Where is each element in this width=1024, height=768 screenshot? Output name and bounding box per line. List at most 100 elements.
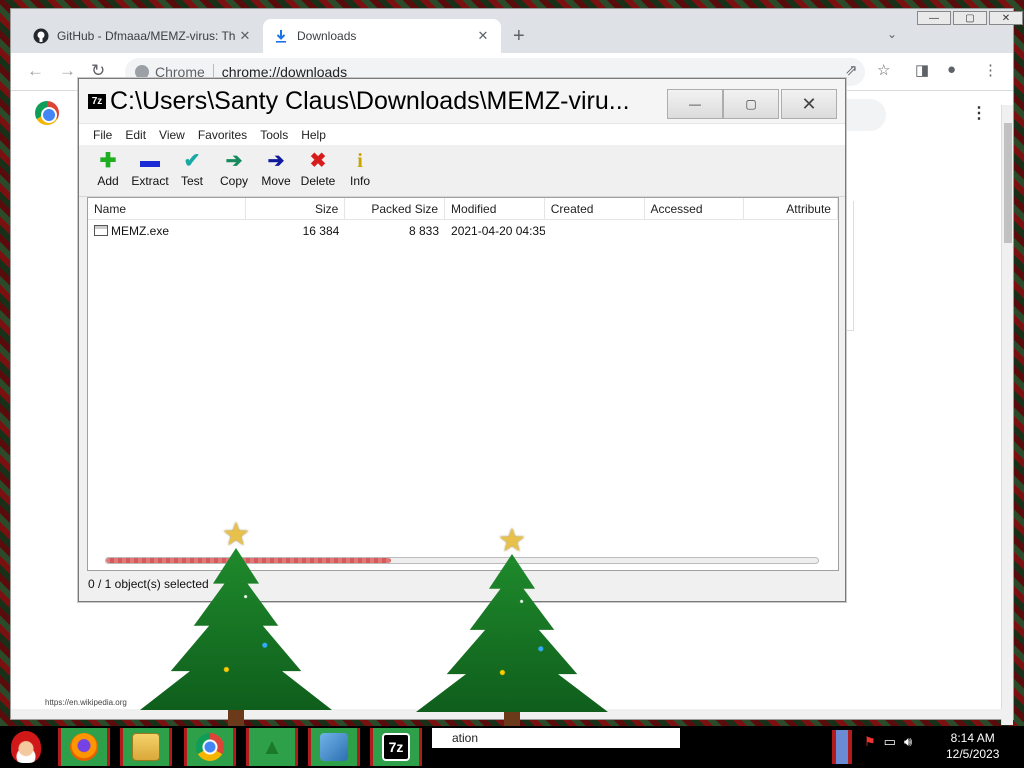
column-size[interactable]: Size — [246, 198, 346, 220]
info-icon: i — [357, 150, 363, 172]
move-label: Move — [261, 174, 291, 188]
minimize-button[interactable]: — — [667, 89, 723, 119]
add-icon: ✚ — [99, 150, 117, 172]
download-item-card — [846, 201, 854, 331]
close-button[interactable]: ✕ — [989, 11, 1023, 25]
info-button[interactable]: i Info — [339, 145, 381, 196]
column-created[interactable]: Created — [545, 198, 645, 220]
chrome-icon — [196, 733, 224, 761]
chevron-down-icon[interactable]: ⌄ — [887, 27, 897, 41]
row-name-cell: MEMZ.exe — [88, 224, 246, 238]
copy-label: Copy — [219, 174, 248, 188]
test-icon: ✔ — [183, 150, 201, 172]
christmas-tree-icon: ★ — [140, 518, 332, 726]
clock-time: 8:14 AM — [950, 731, 995, 745]
table-row[interactable]: MEMZ.exe 16 384 8 833 2021-04-20 04:35 — [88, 220, 838, 242]
7zip-icon: 7z — [88, 93, 106, 109]
vertical-scrollbar[interactable] — [1001, 105, 1013, 725]
side-panel-icon[interactable]: ◨ — [915, 61, 929, 79]
control-panel-icon — [320, 733, 348, 761]
copy-button[interactable]: ➔ Copy — [213, 145, 255, 196]
downloads-menu-icon[interactable]: ⋮ — [971, 103, 987, 123]
tab-github[interactable]: GitHub - Dfmaaa/MEMZ-virus: Th ✕ — [23, 19, 263, 53]
window-title: C:\Users\Santy Claus\Downloads\MEMZ-viru… — [110, 86, 630, 115]
network-icon[interactable]: ▭ — [884, 734, 896, 750]
add-label: Add — [97, 174, 119, 188]
menu-file[interactable]: File — [93, 128, 112, 142]
back-icon[interactable]: ← — [27, 61, 44, 81]
minimize-button[interactable]: — — [917, 11, 951, 25]
column-attribute[interactable]: Attribute — [744, 198, 838, 220]
tab-title: GitHub - Dfmaaa/MEMZ-virus: Th — [57, 29, 236, 43]
taskbar-chrome[interactable] — [184, 728, 236, 766]
move-button[interactable]: ➔ Move — [255, 145, 297, 196]
window-controls: — ▢ ✕ — [917, 11, 1023, 25]
close-button[interactable]: ✕ — [781, 89, 837, 119]
menu-edit[interactable]: Edit — [125, 128, 146, 142]
scrollbar-thumb[interactable] — [1004, 123, 1012, 243]
taskbar-tree[interactable]: ▲ — [246, 728, 298, 766]
taskbar-7zip[interactable]: 7z — [370, 728, 422, 766]
tab-downloads[interactable]: Downloads ✕ — [263, 19, 501, 53]
menu-help[interactable]: Help — [301, 128, 326, 142]
extract-icon: ▬ — [140, 150, 160, 172]
christmas-tree-icon: ▲ — [261, 734, 283, 759]
menu-view[interactable]: View — [159, 128, 185, 142]
tab-title: Downloads — [297, 29, 357, 43]
clock[interactable]: 8:14 AM 12/5/2023 — [946, 730, 999, 762]
taskbar-explorer[interactable] — [120, 728, 172, 766]
tree-trunk — [228, 710, 244, 726]
forward-icon[interactable]: → — [59, 61, 76, 81]
7zip-titlebar[interactable]: 7z C:\Users\Santy Claus\Downloads\MEMZ-v… — [79, 79, 845, 123]
add-button[interactable]: ✚ Add — [87, 145, 129, 196]
file-list[interactable]: Name Size Packed Size Modified Created A… — [87, 197, 839, 571]
close-icon[interactable]: ✕ — [475, 28, 491, 44]
extract-button[interactable]: ▬ Extract — [129, 145, 171, 196]
test-button[interactable]: ✔ Test — [171, 145, 213, 196]
extract-label: Extract — [131, 174, 169, 188]
action-center-icon[interactable]: ⚑ — [864, 734, 876, 750]
clock-date: 12/5/2023 — [946, 747, 1000, 761]
row-modified: 2021-04-20 04:35 — [451, 224, 545, 238]
toolbar: ✚ Add ▬ Extract ✔ Test ➔ Copy ➔ Move ✖ Delete … — [79, 145, 845, 197]
row-size: 16 384 — [302, 224, 340, 238]
new-tab-button[interactable]: + — [513, 25, 525, 48]
maximize-button[interactable]: ▢ — [953, 11, 987, 25]
column-packed-size[interactable]: Packed Size — [345, 198, 446, 220]
taskbar-control-panel[interactable] — [308, 728, 360, 766]
info-label: Info — [349, 174, 370, 188]
menu-favorites[interactable]: Favorites — [198, 128, 247, 142]
column-modified[interactable]: Modified — [445, 198, 545, 220]
close-icon[interactable]: ✕ — [237, 28, 253, 44]
github-icon — [33, 28, 49, 44]
tree-body — [140, 548, 332, 710]
menu-bar: File Edit View Favorites Tools Help — [79, 123, 845, 145]
taskbar-window-label[interactable]: ation — [432, 728, 680, 748]
maximize-button[interactable]: ▢ — [723, 89, 779, 119]
share-icon[interactable]: ⇗ — [845, 61, 858, 79]
exe-file-icon — [94, 225, 108, 236]
list-header: Name Size Packed Size Modified Created A… — [88, 198, 838, 220]
copy-icon: ➔ — [225, 150, 243, 172]
test-label: Test — [180, 174, 203, 188]
firefox-icon — [70, 733, 98, 761]
volume-icon[interactable]: 🔊︎ — [904, 734, 912, 750]
system-tray: ⚑ ▭ 🔊︎ — [864, 734, 912, 750]
start-button[interactable] — [6, 728, 46, 766]
download-icon — [273, 28, 289, 44]
santa-icon — [11, 731, 41, 763]
menu-kebab-icon[interactable]: ⋮ — [983, 61, 998, 79]
bookmark-star-icon[interactable]: ☆ — [877, 61, 890, 79]
tray-flag-icon[interactable] — [832, 730, 852, 764]
profile-icon[interactable]: ● — [947, 61, 956, 78]
chrome-tab-strip: GitHub - Dfmaaa/MEMZ-virus: Th ✕ Downloa… — [11, 9, 1023, 53]
move-icon: ➔ — [267, 150, 285, 172]
column-accessed[interactable]: Accessed — [645, 198, 745, 220]
folder-icon — [132, 733, 160, 761]
row-packed-size: 8 833 — [409, 224, 440, 238]
delete-icon: ✖ — [309, 150, 327, 172]
column-name[interactable]: Name — [88, 198, 246, 220]
delete-button[interactable]: ✖ Delete — [297, 145, 339, 196]
taskbar-firefox[interactable] — [58, 728, 110, 766]
menu-tools[interactable]: Tools — [260, 128, 288, 142]
